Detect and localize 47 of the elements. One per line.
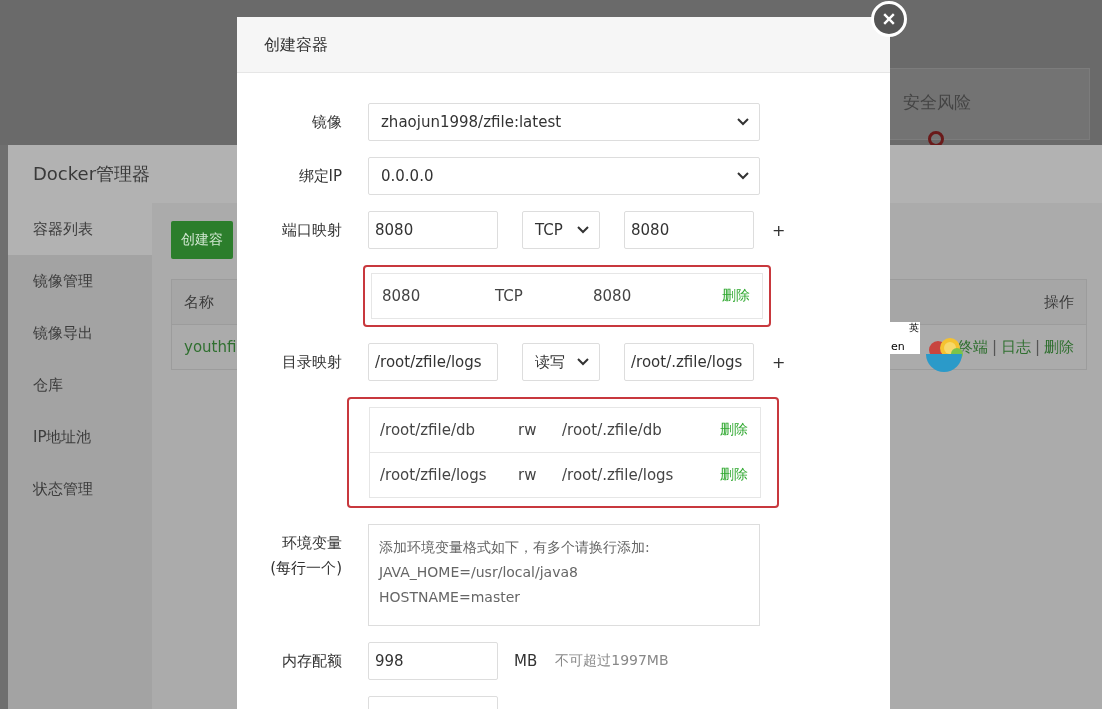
host-path-field[interactable]: /root/zfile/logs	[368, 343, 498, 381]
container-path-field[interactable]: /root/.zfile/logs	[624, 343, 754, 381]
dialog-title: 创建容器	[264, 35, 328, 54]
env-textarea[interactable]: 添加环境变量格式如下，有多个请换行添加: JAVA_HOME=/usr/local/java8 HOSTNAME=master	[368, 524, 760, 626]
list-cell-text: /root/.zfile/logs	[562, 466, 675, 484]
delete-link[interactable]: 删除	[720, 466, 748, 484]
separator: |	[991, 338, 997, 356]
mode-select[interactable]: 读写	[522, 343, 600, 381]
field-label: 环境变量	[282, 534, 342, 553]
action-link[interactable]: 日志	[1000, 337, 1031, 357]
list-cell-text: /root/zfile/db	[380, 421, 476, 439]
list-cell-text: 8080	[593, 287, 633, 305]
list-cell-text: /root/zfile/logs	[380, 466, 488, 484]
sidebar-item[interactable]: 镜像管理	[8, 255, 152, 307]
container-port-field[interactable]: 8080	[624, 211, 754, 249]
protocol-select[interactable]: TCP	[522, 211, 600, 249]
add-button[interactable]: +	[772, 220, 786, 240]
list-cell-text: rw	[518, 466, 538, 484]
add-button[interactable]: +	[772, 352, 786, 372]
host-port-field[interactable]: 8080	[368, 211, 498, 249]
list-cell-text: /root/.zfile/db	[562, 421, 663, 439]
column-header: 操作	[1044, 292, 1074, 312]
hint-text: 不可超过1997MB	[555, 652, 669, 670]
memory-field[interactable]: 998	[368, 642, 498, 680]
sidebar-item[interactable]: 镜像导出	[8, 307, 152, 359]
field-label: 端口映射	[281, 220, 343, 240]
sidebar-item[interactable]: 仓库	[8, 359, 152, 411]
action-link[interactable]: 删除	[1044, 337, 1074, 357]
image-select[interactable]: zhaojun1998/zfile:latest	[368, 103, 760, 141]
field-label: 镜像	[311, 112, 343, 132]
list-cell-text: 8080	[382, 287, 422, 305]
list-cell-text: TCP	[495, 287, 524, 305]
column-header: 名称	[184, 292, 214, 312]
create-container-button[interactable]: 创建容	[171, 221, 233, 259]
separator: |	[1034, 338, 1040, 356]
field-sublabel: (每行一个)	[270, 559, 342, 578]
field-label: 目录映射	[281, 352, 343, 372]
sidebar-item[interactable]: IP地址池	[8, 411, 152, 463]
delete-link[interactable]: 删除	[722, 287, 750, 305]
unit-label: MB	[514, 652, 538, 670]
field-label: 绑定IP	[297, 166, 343, 186]
delete-link[interactable]: 删除	[720, 421, 748, 439]
field-label: 内存配额	[281, 651, 343, 671]
list-cell-text: rw	[518, 421, 538, 439]
sidebar-item[interactable]: 状态管理	[8, 463, 152, 515]
sidebar-item[interactable]: 容器列表	[8, 203, 152, 255]
ip-select[interactable]: 0.0.0.0	[368, 157, 760, 195]
